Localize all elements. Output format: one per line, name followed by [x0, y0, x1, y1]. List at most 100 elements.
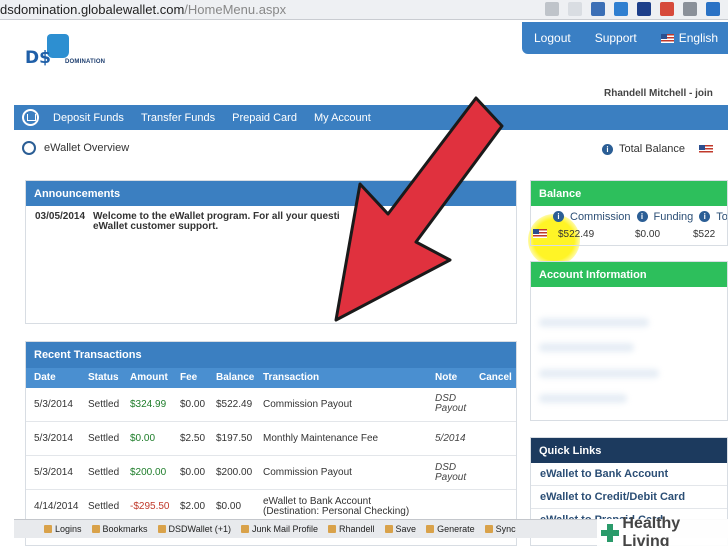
col-note[interactable]: Note [427, 367, 471, 388]
cell-cancel [471, 387, 516, 422]
col-amount[interactable]: Amount [122, 367, 172, 388]
cell-transaction: Commission Payout [255, 387, 427, 422]
bookmark-dsdwallet[interactable]: DSDWallet (+1) [158, 524, 231, 534]
bookmark-logins[interactable]: Logins [44, 524, 82, 534]
us-flag-icon [533, 229, 547, 238]
col-status[interactable]: Status [80, 367, 122, 388]
watermark-text: Healthy Living [622, 514, 681, 546]
balance-commission-value: $522.49 [558, 229, 595, 240]
cell-fee: $0.00 [172, 387, 208, 422]
language-label: English [678, 31, 719, 45]
col-cancel[interactable]: Cancel [471, 367, 516, 388]
nav-transfer-funds[interactable]: Transfer Funds [141, 112, 215, 124]
language-selector[interactable]: English [649, 31, 728, 45]
extension-icon[interactable] [706, 2, 720, 16]
extension-icon[interactable] [591, 2, 605, 16]
info-icon[interactable]: i [636, 211, 648, 222]
star-icon[interactable] [568, 2, 582, 16]
account-information-panel: Account Information [530, 261, 728, 421]
cell-transaction: Commission Payout [255, 455, 427, 490]
account-information-title: Account Information [531, 262, 727, 287]
cell-date: 5/3/2014 [26, 387, 80, 422]
col-balance[interactable]: Balance [208, 367, 255, 388]
cell-date: 5/3/2014 [26, 455, 80, 490]
cell-status: Settled [80, 455, 122, 490]
table-row: 5/3/2014 Settled $0.00 $2.50 $197.50 Mon… [26, 421, 516, 456]
logo-subtext: DOMINATION [65, 59, 106, 65]
url-path: /HomeMenu.aspx [184, 2, 287, 17]
balance-panel: Balance i Commission i Funding i To $522… [530, 180, 728, 246]
extension-icon[interactable] [683, 2, 697, 16]
announcement-date: 03/05/2014 [35, 211, 86, 222]
balance-funding-value: $0.00 [635, 229, 661, 240]
extension-icon[interactable] [637, 2, 651, 16]
cell-balance: $197.50 [208, 421, 255, 456]
quick-link-bank-account[interactable]: eWallet to Bank Account [531, 463, 727, 486]
cell-note: 5/2014 [427, 421, 471, 456]
site-logo[interactable]: D$ DOMINATION [25, 34, 110, 76]
cell-note: DSD Payout [427, 455, 471, 490]
cell-transaction: Monthly Maintenance Fee [255, 421, 427, 456]
balance-header-commission: Commission [570, 211, 631, 223]
nav-prepaid-card[interactable]: Prepaid Card [232, 112, 297, 124]
recent-transactions-panel: Recent Transactions Date Status Amount F… [25, 341, 517, 546]
balance-title: Balance [531, 181, 727, 206]
cell-amount: $324.99 [122, 387, 172, 422]
url-text[interactable]: dsdomination.globalewallet.com/HomeMenu.… [0, 2, 286, 17]
col-transaction[interactable]: Transaction [255, 367, 427, 388]
bookmark-junk-mail-profile[interactable]: Junk Mail Profile [241, 524, 318, 534]
recent-transactions-title: Recent Transactions [26, 342, 516, 367]
support-link[interactable]: Support [583, 31, 649, 45]
blurred-text [539, 318, 649, 327]
blurred-text [539, 343, 634, 352]
nav-deposit-funds[interactable]: Deposit Funds [53, 112, 124, 124]
cell-status: Settled [80, 421, 122, 456]
bookmark-star-icon[interactable] [545, 2, 559, 16]
url-domain: dsdomination.globalewallet.com [0, 2, 185, 17]
cell-amount: $200.00 [122, 455, 172, 490]
cell-fee: $2.50 [172, 421, 208, 456]
total-balance: i Total Balance [602, 143, 714, 155]
cell-fee: $0.00 [172, 455, 208, 490]
cell-balance: $200.00 [208, 455, 255, 490]
cell-status: Settled [80, 387, 122, 422]
cell-cancel [471, 421, 516, 456]
watermark: Healthy Living [597, 515, 728, 546]
col-fee[interactable]: Fee [172, 367, 208, 388]
quick-link-credit-debit-card[interactable]: eWallet to Credit/Debit Card [531, 486, 727, 509]
page-title: eWallet Overview [44, 142, 130, 154]
bookmark-bookmarks[interactable]: Bookmarks [92, 524, 148, 534]
extension-icon[interactable] [660, 2, 674, 16]
home-icon[interactable] [22, 109, 39, 126]
cell-amount: $0.00 [122, 421, 172, 456]
cell-note: DSD Payout [427, 387, 471, 422]
table-row: 5/3/2014 Settled $200.00 $0.00 $200.00 C… [26, 455, 516, 490]
red-arrow-annotation [334, 96, 504, 322]
top-nav: Logout Support English [522, 22, 728, 54]
info-icon[interactable]: i [699, 211, 711, 222]
quick-links-title: Quick Links [531, 438, 727, 463]
bookmark-generate[interactable]: Generate [426, 524, 475, 534]
transaction-detail: (Destination: Personal Checking) [263, 506, 410, 517]
extension-icon[interactable] [614, 2, 628, 16]
transactions-table: Date Status Amount Fee Balance Transacti… [26, 367, 516, 524]
balance-header-total: To [716, 211, 728, 223]
balance-headers: i Commission i Funding i To [553, 211, 728, 223]
blurred-text [539, 394, 627, 403]
us-flag-icon [699, 144, 714, 154]
cell-balance: $522.49 [208, 387, 255, 422]
bookmark-sync[interactable]: Sync [485, 524, 516, 534]
logo-text: D$ [25, 48, 51, 68]
info-icon[interactable]: i [602, 143, 613, 155]
bookmark-save[interactable]: Save [385, 524, 417, 534]
bookmark-rhandell[interactable]: Rhandell [328, 524, 375, 534]
info-icon[interactable]: i [553, 211, 564, 222]
table-row: 5/3/2014 Settled $324.99 $0.00 $522.49 C… [26, 387, 516, 422]
col-date[interactable]: Date [26, 367, 80, 388]
us-flag-icon [660, 34, 674, 43]
browser-url-bar[interactable]: dsdomination.globalewallet.com/HomeMenu.… [0, 0, 728, 20]
total-balance-label: Total Balance [619, 143, 686, 155]
home-icon[interactable] [22, 141, 36, 155]
blurred-text [539, 369, 659, 378]
logout-link[interactable]: Logout [522, 31, 583, 45]
